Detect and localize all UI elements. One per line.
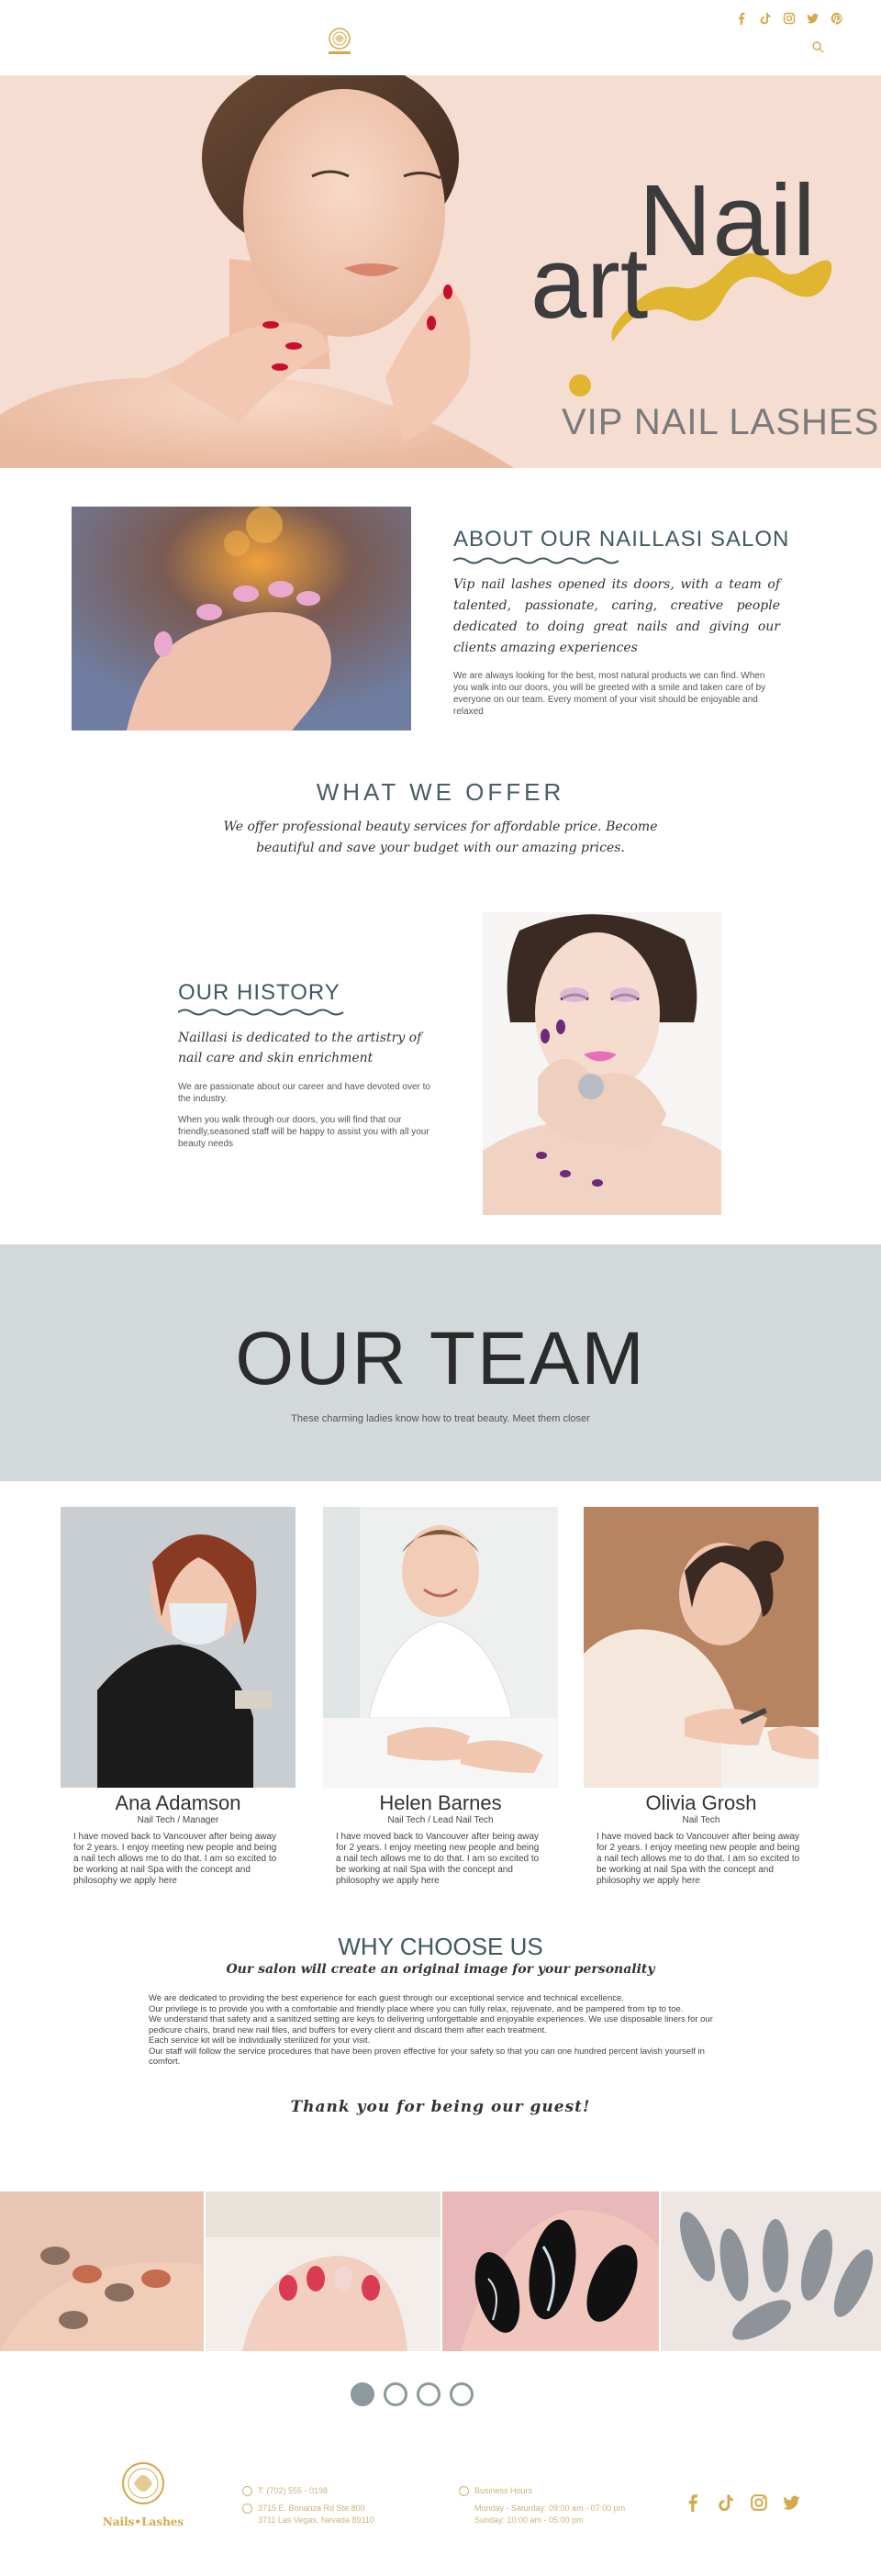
team-title: OUR TEAM: [235, 1317, 646, 1400]
member-photo-ana: [61, 1507, 296, 1788]
why-paragraph: We are dedicated to providing the best e…: [149, 1993, 624, 2003]
why-paragraph: We understand that safety and a sanitize…: [149, 2014, 713, 2035]
thank-you-text: Thank you for being our guest!: [290, 2098, 591, 2116]
member-role: Nail Tech: [682, 1815, 720, 1825]
hero-title-nail: Nail: [639, 164, 817, 277]
footer-phone[interactable]: T: (702) 555 - 0198: [258, 2485, 328, 2497]
carousel-dot[interactable]: [450, 2382, 474, 2406]
footer-hours: Business Hours Monday - Saturday: 09:00 …: [459, 2485, 625, 2526]
instagram-icon[interactable]: [749, 2492, 769, 2513]
member-name: Helen Barnes: [379, 1791, 502, 1814]
member-name: Olivia Grosh: [645, 1791, 757, 1814]
footer-address-1: 3715 E. Bonanza Rd Ste 800: [258, 2504, 365, 2513]
pinterest-icon[interactable]: [830, 11, 844, 26]
member-bio: I have moved back to Vancouver after bei…: [336, 1832, 540, 1886]
header-social-links: [734, 11, 844, 26]
about-image: [72, 507, 411, 730]
carousel-dots: [351, 2382, 474, 2406]
member-photo-helen: [323, 1507, 558, 1788]
hero-banner: Nail art VIP NAIL LASHES: [0, 75, 881, 468]
gallery-image[interactable]: [206, 2191, 440, 2351]
logo-icon[interactable]: [319, 22, 360, 62]
carousel-dot[interactable]: [384, 2382, 407, 2406]
instagram-icon[interactable]: [782, 11, 797, 26]
history-intro: Naillasi is dedicated to the artistry of…: [178, 1031, 422, 1065]
carousel-dot[interactable]: [417, 2382, 440, 2406]
offer-text: We offer professional beauty services fo…: [223, 820, 658, 855]
about-title: ABOUT OUR NAILLASI SALON: [453, 527, 790, 552]
history-title: OUR HISTORY: [178, 980, 340, 1005]
about-intro: Vip nail lashes opened its doors, with a…: [453, 577, 780, 655]
about-body: We are always looking for the best, most…: [453, 671, 766, 717]
footer-hours-line-1: Monday - Saturday: 09:00 am - 07:00 pm: [474, 2504, 626, 2513]
clock-icon: [459, 2486, 469, 2496]
footer-logo-text: Nails•Lashes: [103, 2515, 184, 2528]
offer-title: WHAT WE OFFER: [316, 778, 565, 806]
location-icon: [242, 2504, 252, 2514]
member-bio: I have moved back to Vancouver after bei…: [73, 1832, 277, 1886]
hero-title-art: art: [530, 227, 649, 340]
member-role: Nail Tech / Lead Nail Tech: [387, 1815, 494, 1825]
carousel-dot[interactable]: [351, 2382, 374, 2406]
member-name: Ana Adamson: [115, 1791, 241, 1814]
member-photo-olivia: [584, 1507, 819, 1788]
footer-hours-title: Business Hours: [474, 2486, 533, 2495]
why-tagline: Our salon will create an original image …: [226, 1962, 655, 1977]
member-role: Nail Tech / Manager: [137, 1815, 219, 1825]
hero-tagline: VIP NAIL LASHES: [562, 402, 880, 442]
member-bio: I have moved back to Vancouver after bei…: [597, 1832, 800, 1886]
search-icon[interactable]: [811, 40, 824, 53]
footer-social-links: [683, 2492, 802, 2513]
gallery-image[interactable]: [661, 2191, 881, 2351]
page: Nail art VIP NAIL LASHES ABOUT OUR NAILL…: [0, 0, 881, 2576]
history-image: [483, 912, 721, 1215]
team-subtitle: These charming ladies know how to treat …: [291, 1413, 590, 1424]
facebook-icon[interactable]: [734, 11, 749, 26]
twitter-icon[interactable]: [782, 2492, 802, 2513]
footer-address-2: 3711 Las Vegas, Nevada 89110: [258, 2515, 374, 2525]
twitter-icon[interactable]: [806, 11, 820, 26]
why-paragraph: Our staff will follow the service proced…: [149, 2046, 705, 2068]
footer-contact: T: (702) 555 - 0198 3715 E. Bonanza Rd S…: [242, 2485, 374, 2532]
history-body-1: We are passionate about our career and h…: [178, 1082, 430, 1104]
phone-icon: [242, 2486, 252, 2496]
history-body-2: When you walk through our doors, you wil…: [178, 1115, 429, 1149]
why-body: We are dedicated to providing the best e…: [149, 1993, 727, 2068]
logo-icon: Nails•Lashes: [103, 2462, 184, 2528]
wave-divider: [453, 557, 619, 564]
why-paragraph: Our privilege is to provide you with a c…: [149, 2003, 684, 2014]
gallery-image[interactable]: [0, 2191, 204, 2351]
wave-divider: [178, 1009, 344, 1016]
footer-logo[interactable]: Nails•Lashes: [101, 2450, 185, 2535]
tiktok-icon[interactable]: [758, 11, 773, 26]
tiktok-icon[interactable]: [716, 2492, 736, 2513]
footer-hours-line-2: Sunday: 10:00 am - 05:00 pm: [474, 2515, 584, 2525]
facebook-icon[interactable]: [683, 2492, 703, 2513]
gallery-image[interactable]: [442, 2191, 659, 2351]
site-header: [0, 0, 881, 75]
why-title: WHY CHOOSE US: [338, 1933, 543, 1960]
why-paragraph: Each service kit will be individually st…: [149, 2035, 371, 2046]
